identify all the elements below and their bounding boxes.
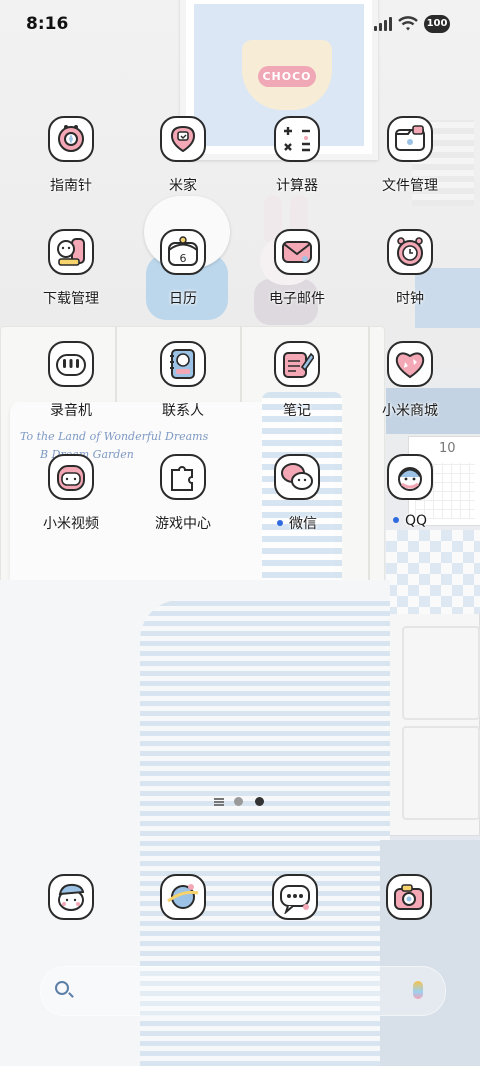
app-label: 联系人 (128, 400, 238, 420)
app-label-text: 下载管理 (43, 291, 99, 307)
app-label-text: 联系人 (162, 403, 204, 419)
notes-icon[interactable] (274, 341, 320, 387)
messages-icon[interactable] (272, 874, 318, 920)
app-qq-penguin[interactable]: QQ (355, 454, 465, 564)
app-label: 游戏中心 (128, 513, 238, 533)
search-bar[interactable] (40, 966, 446, 1016)
app-label-text: 游戏中心 (155, 516, 211, 532)
app-label-text: 指南针 (50, 178, 92, 194)
mijia-icon[interactable] (160, 116, 206, 162)
clock-icon[interactable] (387, 229, 433, 275)
app-label-text: 文件管理 (382, 178, 438, 194)
wifi-icon (398, 16, 418, 31)
app-label-text: 米家 (169, 178, 197, 194)
app-label: 指南针 (16, 175, 126, 195)
floor (380, 840, 480, 1066)
app-label: 电子邮件 (242, 288, 352, 308)
video-icon[interactable] (48, 454, 94, 500)
contacts-icon[interactable] (160, 341, 206, 387)
search-icon (55, 981, 69, 995)
app-label-text: 笔记 (283, 403, 311, 419)
app-download[interactable]: 下载管理 (16, 229, 126, 339)
wechat-icon[interactable] (274, 454, 320, 500)
camera-icon[interactable] (386, 874, 432, 920)
voice-assistant-icon[interactable] (413, 981, 423, 999)
new-message-dot (392, 517, 399, 523)
app-label-text: 小米商城 (382, 403, 438, 419)
app-label: 米家 (128, 175, 238, 195)
page-dot[interactable] (234, 797, 243, 806)
cup-word: CHOCO (258, 66, 316, 87)
pages-menu-icon[interactable] (214, 798, 224, 800)
phone-icon[interactable] (48, 874, 94, 920)
app-calculator[interactable]: 计算器 (242, 116, 352, 226)
app-puzzle[interactable]: 游戏中心 (128, 454, 238, 564)
download-icon[interactable] (48, 229, 94, 275)
recorder-icon[interactable] (48, 341, 94, 387)
app-label: 小米商城 (355, 400, 465, 420)
app-label: 文件管理 (355, 175, 465, 195)
app-label-text: QQ (404, 513, 428, 529)
puzzle-icon[interactable] (160, 454, 206, 500)
app-label-text: 微信 (289, 516, 317, 532)
app-label-text: 日历 (169, 291, 197, 307)
app-notes[interactable]: 笔记 (242, 341, 352, 451)
mail-icon[interactable] (274, 229, 320, 275)
app-label: 计算器 (242, 175, 352, 195)
app-label: 微信 (242, 513, 352, 533)
app-label: 下载管理 (16, 288, 126, 308)
app-video[interactable]: 小米视频 (16, 454, 126, 564)
mistore-heart-icon[interactable] (387, 341, 433, 387)
nightstand (386, 530, 480, 836)
calculator-icon[interactable] (274, 116, 320, 162)
app-label: 笔记 (242, 400, 352, 420)
page-indicator[interactable] (212, 797, 268, 807)
app-label: 小米视频 (16, 513, 126, 533)
app-label-text: 小米视频 (43, 516, 99, 532)
page-dot-active[interactable] (255, 797, 264, 806)
app-mistore-heart[interactable]: 小米商城 (355, 341, 465, 451)
compass-icon[interactable] (48, 116, 94, 162)
app-label-text: 电子邮件 (269, 291, 325, 307)
app-mijia[interactable]: 米家 (128, 116, 238, 226)
calendar-icon[interactable]: 6 (160, 229, 206, 275)
app-label: QQ (355, 513, 465, 529)
cup-illustration: CHOCO (242, 40, 332, 110)
app-folder[interactable]: 文件管理 (355, 116, 465, 226)
app-label-text: 时钟 (396, 291, 424, 307)
app-mail[interactable]: 电子邮件 (242, 229, 352, 339)
new-message-dot (277, 520, 283, 526)
app-label: 录音机 (16, 400, 126, 420)
app-contacts[interactable]: 联系人 (128, 341, 238, 451)
status-bar: 8:16 100 (0, 0, 480, 50)
folder-icon[interactable] (387, 116, 433, 162)
app-label-text: 计算器 (276, 178, 318, 194)
app-calendar[interactable]: 6 日历 (128, 229, 238, 339)
browser-planet-icon[interactable] (160, 874, 206, 920)
qq-penguin-icon[interactable] (387, 454, 433, 500)
signal-icon (374, 15, 392, 31)
battery-indicator: 100 (424, 15, 450, 33)
app-label-text: 录音机 (50, 403, 92, 419)
app-label: 日历 (128, 288, 238, 308)
app-label: 时钟 (355, 288, 465, 308)
svg-text:6: 6 (180, 252, 187, 265)
clock-time: 8:16 (26, 14, 69, 34)
app-wechat[interactable]: 微信 (242, 454, 352, 564)
app-compass[interactable]: 指南针 (16, 116, 126, 226)
app-clock[interactable]: 时钟 (355, 229, 465, 339)
app-recorder[interactable]: 录音机 (16, 341, 126, 451)
